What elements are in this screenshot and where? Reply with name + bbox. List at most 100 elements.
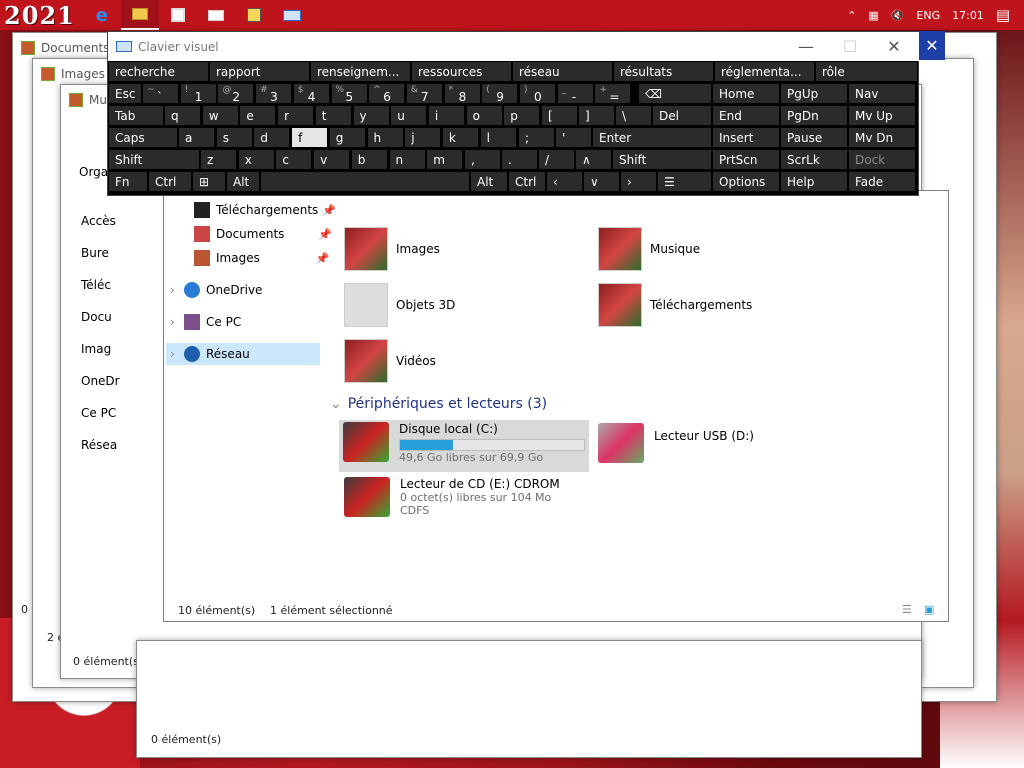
key-q[interactable]: q xyxy=(164,105,201,126)
sidebar-item-downloads[interactable]: Téléc xyxy=(81,269,120,301)
app-icon[interactable] xyxy=(235,0,273,30)
key-9[interactable]: (9 xyxy=(481,83,519,104)
key-4[interactable]: $4 xyxy=(292,83,330,104)
key-pgup[interactable]: PgUp xyxy=(780,83,848,104)
key-f[interactable]: f xyxy=(291,127,329,148)
key-j[interactable]: j xyxy=(404,127,442,148)
details-view-icon[interactable]: ☰ xyxy=(902,603,912,616)
key-scrlk[interactable]: ScrLk xyxy=(780,149,848,170)
key-caps[interactable]: Caps xyxy=(108,127,178,148)
key-z[interactable]: z xyxy=(200,149,237,170)
store-icon[interactable] xyxy=(159,0,197,30)
key-b[interactable]: b xyxy=(350,149,388,170)
key-ctrl-left[interactable]: Ctrl xyxy=(148,171,192,192)
key-comma[interactable]: , xyxy=(464,149,501,170)
key-r[interactable]: r xyxy=(277,105,315,126)
key-end[interactable]: End xyxy=(712,105,780,126)
nav-item-network[interactable]: › Réseau xyxy=(166,343,320,365)
key-home[interactable]: Home xyxy=(712,83,780,104)
drive-usb-d[interactable]: Lecteur USB (D:) xyxy=(598,423,754,463)
key-h[interactable]: h xyxy=(366,127,404,148)
key-=[interactable]: + = xyxy=(594,83,632,104)
key--[interactable]: _ - xyxy=(556,83,594,104)
network-icon[interactable]: ▦ xyxy=(868,9,878,22)
on-screen-keyboard-icon[interactable] xyxy=(273,0,311,30)
windows-key-icon[interactable]: ⊞ xyxy=(192,171,226,192)
chevron-right-icon[interactable]: › xyxy=(170,347,184,361)
key-shift-right[interactable]: Shift xyxy=(612,149,712,170)
key-y[interactable]: y xyxy=(352,105,390,126)
suggestion-6[interactable]: résultats xyxy=(613,61,714,82)
key-t[interactable]: t xyxy=(314,105,352,126)
key-i[interactable]: i xyxy=(427,105,465,126)
drive-c[interactable]: Disque local (C:) 49,6 Go libres sur 69,… xyxy=(339,420,589,472)
key-semicolon[interactable]: ; xyxy=(518,127,555,148)
section-devices-header[interactable]: ⌄ Périphériques et lecteurs (3) xyxy=(330,396,547,412)
clock[interactable]: 17:01 xyxy=(952,9,984,22)
key-mv-up[interactable]: Mv Up xyxy=(848,105,916,126)
mail-icon[interactable] xyxy=(197,0,235,30)
close-button[interactable]: ✕ xyxy=(872,32,916,61)
folder-music[interactable]: Musique xyxy=(598,227,700,271)
nav-item-onedrive[interactable]: › OneDrive xyxy=(170,279,262,301)
key-u[interactable]: u xyxy=(390,105,428,126)
key-fade[interactable]: Fade xyxy=(848,171,916,192)
maximize-button[interactable]: ☐ xyxy=(828,32,872,61)
backspace-icon[interactable]: ⌫ xyxy=(638,83,712,104)
key-pgdn[interactable]: PgDn xyxy=(780,105,848,126)
key-menu-icon[interactable]: ☰ xyxy=(657,171,712,192)
chevron-right-icon[interactable]: › xyxy=(170,315,184,329)
key-tab[interactable]: Tab xyxy=(108,105,164,126)
drive-cd-e[interactable]: Lecteur de CD (E:) CDROM 0 octet(s) libr… xyxy=(344,477,560,517)
key-1[interactable]: ! 1 xyxy=(179,83,217,104)
key-7[interactable]: & 7 xyxy=(405,83,443,104)
key-slash[interactable]: / xyxy=(538,149,575,170)
minimize-button[interactable]: — xyxy=(784,32,828,61)
suggestion-1[interactable]: recherche xyxy=(108,61,209,82)
chevron-down-icon[interactable]: ⌄ xyxy=(330,396,342,412)
notification-icon[interactable]: ▤ xyxy=(996,6,1010,24)
key-5[interactable]: % 5 xyxy=(330,83,368,104)
background-close-button[interactable]: ✕ xyxy=(919,31,945,60)
key-bracket-open[interactable]: [ xyxy=(541,105,578,126)
key-e[interactable]: e xyxy=(239,105,277,126)
key-n[interactable]: n xyxy=(388,149,426,170)
suggestion-4[interactable]: ressources xyxy=(411,61,512,82)
key-`[interactable]: ~ ` xyxy=(142,83,179,104)
key-space[interactable] xyxy=(260,171,470,192)
key-s[interactable]: s xyxy=(215,127,253,148)
suggestion-2[interactable]: rapport xyxy=(209,61,310,82)
key-3[interactable]: #3 xyxy=(255,83,293,104)
key-quote[interactable]: ' xyxy=(555,127,592,148)
key-v[interactable]: v xyxy=(313,149,351,170)
folder-3d-objects[interactable]: Objets 3D xyxy=(344,283,455,327)
key-arrow-right[interactable]: › xyxy=(620,171,657,192)
sidebar-item-documents[interactable]: Docu xyxy=(81,301,120,333)
key-l[interactable]: l xyxy=(479,127,517,148)
volume-muted-icon[interactable]: 🔇 xyxy=(891,9,905,22)
chevron-up-icon[interactable]: ⌃ xyxy=(847,9,856,22)
sidebar-item-this-pc[interactable]: Ce PC xyxy=(81,397,120,429)
key-options[interactable]: Options xyxy=(712,171,780,192)
key-prtscn[interactable]: PrtScn xyxy=(712,149,780,170)
key-g[interactable]: g xyxy=(328,127,366,148)
key-8[interactable]: * 8 xyxy=(443,83,481,104)
key-x[interactable]: x xyxy=(237,149,275,170)
folder-downloads[interactable]: Téléchargements xyxy=(598,283,752,327)
suggestion-5[interactable]: réseau xyxy=(512,61,613,82)
key-mv-dn[interactable]: Mv Dn xyxy=(848,127,916,148)
key-d[interactable]: d xyxy=(253,127,291,148)
key-ctrl-right[interactable]: Ctrl xyxy=(508,171,546,192)
sidebar-item-quick-access[interactable]: Accès xyxy=(81,205,120,237)
key-2[interactable]: @2 xyxy=(217,83,255,104)
folder-videos[interactable]: Vidéos xyxy=(344,339,436,383)
key-esc[interactable]: Esc xyxy=(108,83,142,104)
sidebar-item-desktop[interactable]: Bure xyxy=(81,237,120,269)
key-fn[interactable]: Fn xyxy=(108,171,148,192)
key-alt-right[interactable]: Alt xyxy=(470,171,508,192)
key-c[interactable]: c xyxy=(275,149,313,170)
key-p[interactable]: p xyxy=(503,105,541,126)
key-o[interactable]: o xyxy=(465,105,503,126)
key-help[interactable]: Help xyxy=(780,171,848,192)
key-bracket-close[interactable]: ] xyxy=(578,105,615,126)
